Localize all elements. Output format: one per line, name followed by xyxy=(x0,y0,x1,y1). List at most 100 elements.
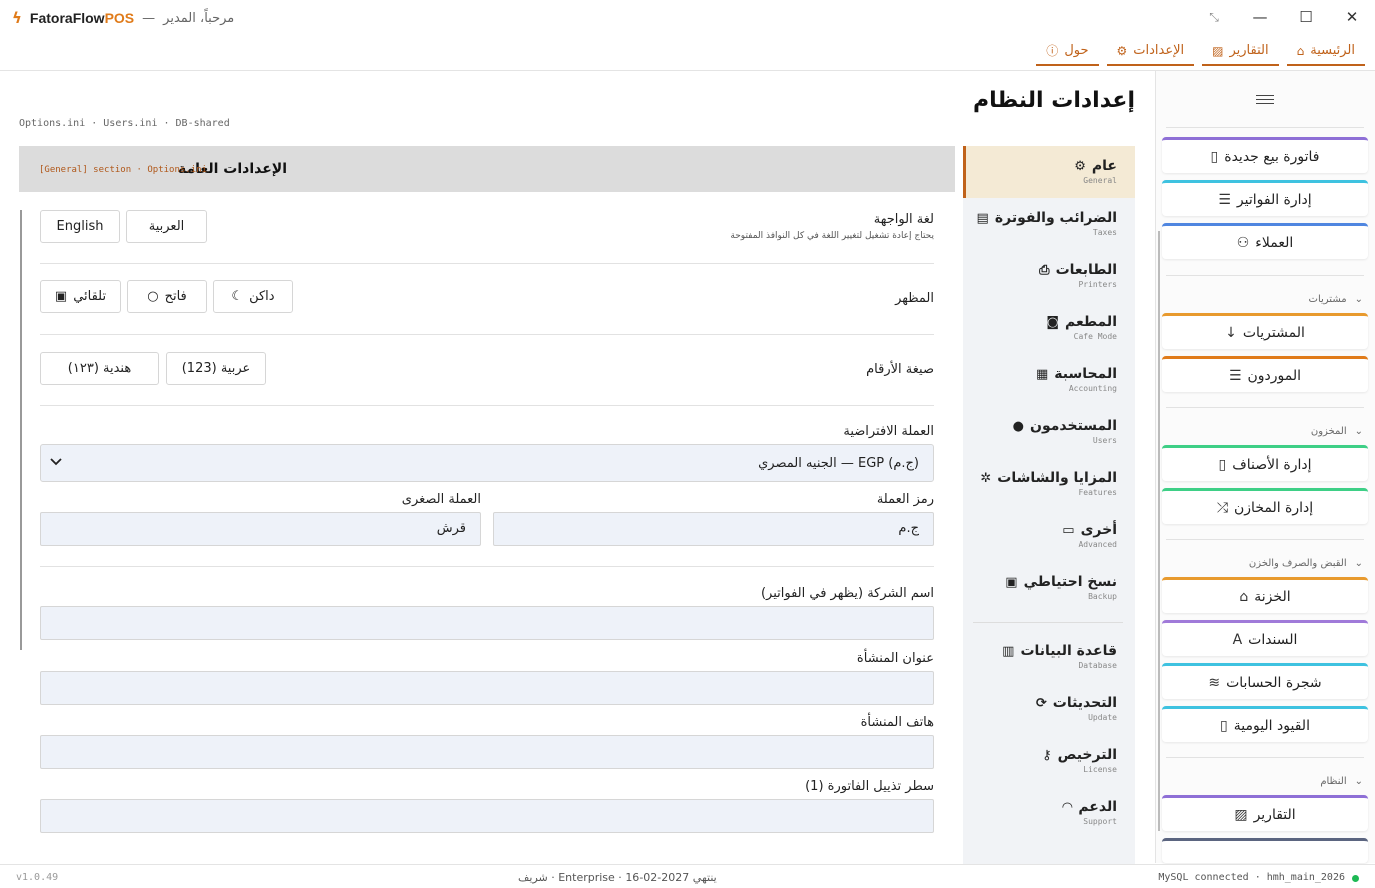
text-icon: A xyxy=(1232,631,1243,648)
minor-currency-label: العملة الصغرى xyxy=(401,492,481,507)
nav-database[interactable]: قاعدة البيانات ▥ Database xyxy=(963,631,1135,683)
minor-currency-input[interactable]: قرش xyxy=(40,512,481,546)
tab-home[interactable]: ⌂ الرئيسية xyxy=(1286,38,1365,66)
cup-icon: ◙ xyxy=(1046,314,1060,330)
nav-support[interactable]: الدعم ◠ Support xyxy=(963,787,1135,839)
address-label: عنوان المنشأة xyxy=(856,651,934,666)
maximize-button[interactable]: ☐ xyxy=(1283,0,1329,34)
receipt-icon: ▤ xyxy=(976,210,989,226)
language-label: لغة الواجهة xyxy=(873,212,934,227)
user-icon: ● xyxy=(1012,418,1025,434)
chevron-down-icon: ⌄ xyxy=(1354,426,1363,437)
tab-settings[interactable]: ⚙ الإعدادات xyxy=(1106,38,1195,66)
sidebar-item-items[interactable]: ▯ إدارة الأصناف xyxy=(1162,445,1368,481)
digits-arabic-button[interactable]: عربية (123) xyxy=(166,352,266,385)
nav-taxes[interactable]: الضرائب والفوترة ▤ Taxes xyxy=(963,198,1135,250)
home-icon: ⌂ xyxy=(1296,43,1305,58)
window-controls: ⤡ — ☐ ✕ xyxy=(1191,0,1375,34)
receipt-icon: ▯ xyxy=(1210,148,1219,165)
minimize-button[interactable]: — xyxy=(1237,0,1283,34)
footer-line1-label: سطر تذييل الفاتورة (1) xyxy=(805,779,934,794)
version: v1.0.49 xyxy=(16,872,59,883)
refresh-icon: ⟳ xyxy=(1035,695,1047,711)
layers-icon: ≋ xyxy=(1208,674,1221,691)
chevron-down-icon: ⌄ xyxy=(1354,776,1363,787)
section-cash[interactable]: القبض والصرف والخزن ⌄ xyxy=(1249,558,1363,569)
ledger-icon: ▦ xyxy=(1035,366,1049,382)
nav-cafe[interactable]: المطعم ◙ Cafe Mode xyxy=(963,302,1135,354)
title-bar: ϟ FatoraFlowPOS — مرحباً، المدير ⤡ — ☐ ✕ xyxy=(0,0,1375,34)
nav-advanced[interactable]: أخرى ▭ Advanced xyxy=(963,510,1135,562)
section-purchases[interactable]: مشتريات ⌄ xyxy=(1309,294,1363,305)
sidebar-divider xyxy=(1166,539,1364,540)
nav-update[interactable]: التحديثات ⟳ Update xyxy=(963,683,1135,735)
monitor-icon: ▣ xyxy=(54,289,68,304)
section-inventory[interactable]: المخزون ⌄ xyxy=(1311,426,1363,437)
lang-arabic-button[interactable]: العربية xyxy=(126,210,207,243)
sidebar-item-warehouses[interactable]: ⤮ إدارة المخازن xyxy=(1162,488,1368,524)
sidebar-item-suppliers[interactable]: ☰ الموردون xyxy=(1162,356,1368,392)
address-input[interactable] xyxy=(40,671,934,705)
sidebar: ▯ فاتورة بيع جديدة ☰ إدارة الفواتير ⚇ العمل… xyxy=(1155,71,1375,863)
nav-printers[interactable]: الطابعات ⎙ Printers xyxy=(963,250,1135,302)
sidebar-divider xyxy=(1166,127,1364,128)
key-icon: ⚷ xyxy=(1042,747,1052,763)
title-separator: — xyxy=(142,10,156,26)
company-name-label: اسم الشركة (يظهر في الفواتير) xyxy=(760,586,934,601)
printer-icon: ⎙ xyxy=(1039,262,1050,278)
section-system[interactable]: النظام ⌄ xyxy=(1320,776,1363,787)
db-status: MySQL connected · hmh_main_2026 xyxy=(1158,872,1345,883)
symbol-input[interactable]: ج.م xyxy=(493,512,934,546)
footer-line1-input[interactable] xyxy=(40,799,934,833)
tab-reports[interactable]: ▨ التقارير xyxy=(1202,38,1279,66)
title-left: ϟ FatoraFlowPOS — مرحباً، المدير xyxy=(12,9,234,27)
company-name-input[interactable] xyxy=(40,606,934,640)
theme-dark-button[interactable]: ☾ داكن xyxy=(213,280,293,313)
gear-icon: ⚙ xyxy=(1074,158,1086,174)
sidebar-item-vouchers[interactable]: A السندات xyxy=(1162,620,1368,656)
chart-icon: ▨ xyxy=(1234,806,1248,823)
currency-label: العملة الافتراضية xyxy=(843,424,934,439)
sidebar-item-new-invoice[interactable]: ▯ فاتورة بيع جديدة xyxy=(1162,137,1368,173)
download-icon: ↓ xyxy=(1225,324,1237,341)
chevron-down-icon xyxy=(50,458,62,466)
book-icon: ▯ xyxy=(1220,717,1228,734)
sidebar-scrollbar[interactable] xyxy=(1158,231,1160,831)
nav-general[interactable]: عام ⚙ General xyxy=(963,146,1135,198)
nav-features[interactable]: المزايا والشاشات ✲ Features xyxy=(963,458,1135,510)
sidebar-item-partial[interactable] xyxy=(1162,838,1368,863)
pin-icon[interactable]: ⤡ xyxy=(1191,0,1237,34)
section-header: الإعدادات العامة [General] section · Opt… xyxy=(19,146,955,192)
sidebar-divider xyxy=(1166,407,1364,408)
sidebar-item-journal[interactable]: ▯ القيود اليومية xyxy=(1162,706,1368,742)
users-icon: ⚇ xyxy=(1236,234,1250,251)
digits-hindi-button[interactable]: هندية (١٢٣) xyxy=(40,352,159,385)
tab-about[interactable]: ⓘ حول xyxy=(1036,38,1099,66)
nav-accounting[interactable]: المحاسبة ▦ Accounting xyxy=(963,354,1135,406)
sidebar-item-reports[interactable]: ▨ التقارير xyxy=(1162,795,1368,831)
currency-select[interactable]: الجنيه المصري — EGP (ج.م) xyxy=(40,444,934,482)
sidebar-divider xyxy=(1166,275,1364,276)
nav-backup[interactable]: نسخ احتياطي ▣ Backup xyxy=(963,562,1135,614)
sidebar-item-invoices[interactable]: ☰ إدارة الفواتير xyxy=(1162,180,1368,216)
top-tabs: ⌂ الرئيسية ▨ التقارير ⚙ الإعدادات ⓘ حول xyxy=(1036,38,1365,66)
info-icon: ⓘ xyxy=(1046,44,1059,58)
settings-nav: عام ⚙ General الضرائب والفوترة ▤ Taxes الطاب… xyxy=(963,146,1135,864)
save-icon: ▣ xyxy=(1005,574,1018,590)
phone-input[interactable] xyxy=(40,735,934,769)
theme-auto-button[interactable]: ▣ تلقائي xyxy=(40,280,121,313)
nav-license[interactable]: الترخيص ⚷ License xyxy=(963,735,1135,787)
lang-english-button[interactable]: English xyxy=(40,210,120,243)
theme-light-button[interactable]: ○ فاتح xyxy=(127,280,207,313)
sidebar-item-purchases[interactable]: ↓ المشتريات xyxy=(1162,313,1368,349)
nav-users[interactable]: المستخدمون ● Users xyxy=(963,406,1135,458)
close-button[interactable]: ✕ xyxy=(1329,0,1375,34)
sidebar-item-accounts-tree[interactable]: ≋ شجرة الحسابات xyxy=(1162,663,1368,699)
sidebar-item-customers[interactable]: ⚇ العملاء xyxy=(1162,223,1368,259)
menu-icon[interactable] xyxy=(1256,95,1274,107)
divider xyxy=(40,566,934,567)
panel-scrollbar[interactable] xyxy=(20,210,22,650)
page-title: إعدادات النظام xyxy=(972,88,1135,113)
database-icon: ▥ xyxy=(1002,643,1015,659)
sidebar-item-treasury[interactable]: ⌂ الخزنة xyxy=(1162,577,1368,613)
